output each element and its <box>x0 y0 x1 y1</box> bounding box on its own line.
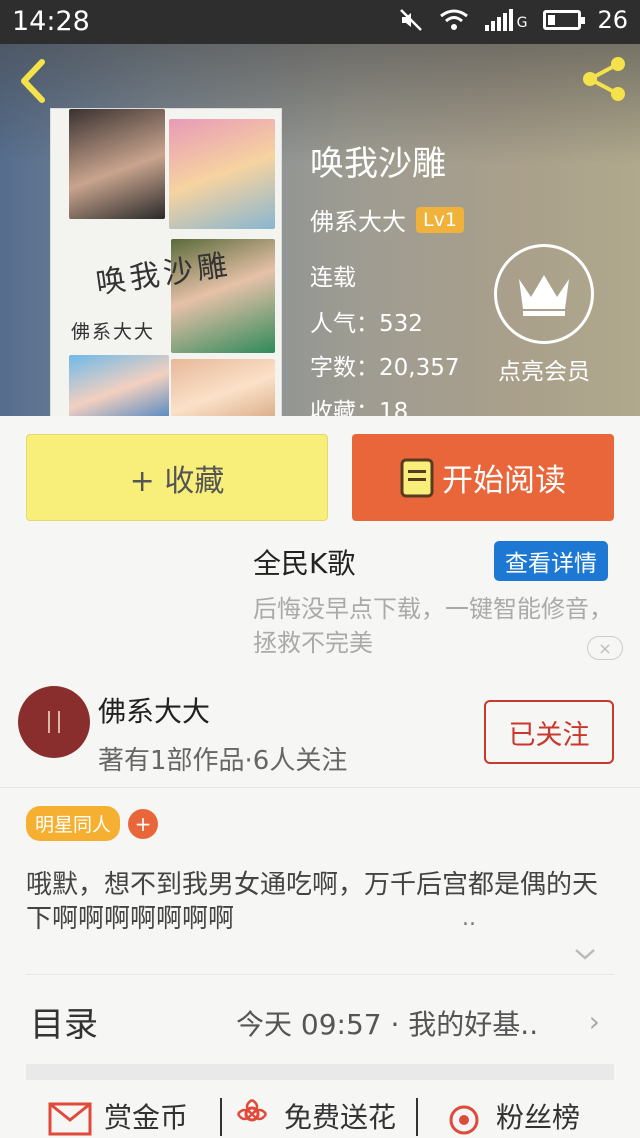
book-header: 唤我沙雕 佛系大大 唤我沙雕 佛系大大 Lv1 连载 人气：532 字数：20,… <box>0 44 640 416</box>
author-name[interactable]: 佛系大大 <box>310 202 406 237</box>
reward-coins-button[interactable]: 赏金币 <box>48 1096 188 1136</box>
send-flower-button[interactable]: 免费送花 <box>232 1096 396 1136</box>
flower-label: 免费送花 <box>284 1101 397 1134</box>
wifi-icon <box>439 9 468 30</box>
cover-photo <box>69 355 169 416</box>
vip-label: 点亮会员 <box>498 359 590 385</box>
cover-photo <box>69 109 165 219</box>
share-icon[interactable] <box>580 54 628 104</box>
status-time: 14:28 <box>12 6 90 37</box>
book-status: 连载 <box>310 265 356 291</box>
latest-chapter: 今天 09:57 · 我的好基.. <box>236 1008 539 1041</box>
back-icon[interactable] <box>14 56 54 106</box>
collect-button[interactable]: + 收藏 <box>26 434 328 521</box>
tag-list: 明星同人 + <box>26 806 159 841</box>
battery-percent: 26 <box>597 6 628 34</box>
book-cover[interactable]: 唤我沙雕 佛系大大 <box>50 108 282 416</box>
book-favorites: 收藏：18 <box>310 399 409 416</box>
reward-label: 赏金币 <box>104 1101 189 1134</box>
battery-icon <box>543 10 586 30</box>
start-reading-label: 开始阅读 <box>442 463 566 499</box>
flower-icon <box>236 1098 268 1122</box>
ad-title: 全民K歌 <box>253 547 356 580</box>
bottom-separator <box>416 1098 418 1136</box>
status-icons: G 26 <box>399 6 628 34</box>
envelope-icon <box>48 1102 92 1136</box>
author-card[interactable]: 佛系大大 著有1部作品·6人关注 已关注 <box>0 672 640 788</box>
cover-author: 佛系大大 <box>71 321 156 343</box>
start-reading-button[interactable]: 开始阅读 <box>352 434 614 521</box>
follow-button[interactable]: 已关注 <box>484 700 614 764</box>
battery-fill <box>548 15 556 25</box>
vip-button[interactable]: 点亮会员 <box>492 244 596 386</box>
toc-label: 目录 <box>30 1005 98 1045</box>
ad-description: 后悔没早点下载，一键智能修音，拯救不完美 <box>253 595 613 657</box>
ad-banner[interactable]: 全民K歌 查看详情 后悔没早点下载，一键智能修音，拯救不完美 × <box>0 536 640 666</box>
book-icon <box>400 458 434 497</box>
ranking-icon <box>449 1105 479 1135</box>
author-line: 佛系大大 Lv1 <box>310 202 464 237</box>
fans-ranking-button[interactable]: 粉丝榜 <box>444 1096 580 1136</box>
book-popularity: 人气：532 <box>310 311 423 337</box>
ad-details-button[interactable]: 查看详情 <box>494 541 608 581</box>
chevron-right-icon: › <box>588 1005 600 1038</box>
fans-label: 粉丝榜 <box>496 1101 581 1134</box>
tag-item[interactable]: 明星同人 <box>26 806 121 841</box>
signal-icon: G <box>484 9 528 31</box>
ad-close-icon[interactable]: × <box>587 636 623 660</box>
crown-icon <box>519 275 569 316</box>
book-intro: 哦默，想不到我男女通吃啊，万千后宫都是偶的天下啊啊啊啊啊啊啊 <box>26 870 599 934</box>
cover-photo <box>169 119 275 229</box>
bottom-separator <box>220 1098 222 1136</box>
level-badge: Lv1 <box>416 206 464 233</box>
intro-ellipsis: .. <box>462 906 476 931</box>
book-title: 唤我沙雕 <box>310 144 446 184</box>
book-word-count: 字数：20,357 <box>310 355 460 381</box>
bottom-bar: 赏金币 免费送花 粉丝榜 <box>0 1090 640 1138</box>
vip-circle <box>494 244 594 344</box>
divider <box>26 1064 614 1080</box>
status-bar: 14:28 G 26 <box>0 0 640 44</box>
network-type: G <box>516 15 528 31</box>
author-avatar[interactable] <box>18 686 90 758</box>
mute-icon <box>399 9 422 31</box>
action-bar: + 收藏 开始阅读 <box>0 416 640 536</box>
author-card-info: 著有1部作品·6人关注 <box>98 746 348 776</box>
author-card-name: 佛系大大 <box>98 695 211 728</box>
add-tag-button[interactable]: + <box>128 808 159 839</box>
table-of-contents-row[interactable]: 目录 今天 09:57 · 我的好基.. › <box>26 974 614 1068</box>
cover-photo <box>171 359 275 416</box>
expand-arrow-icon[interactable] <box>572 942 598 966</box>
